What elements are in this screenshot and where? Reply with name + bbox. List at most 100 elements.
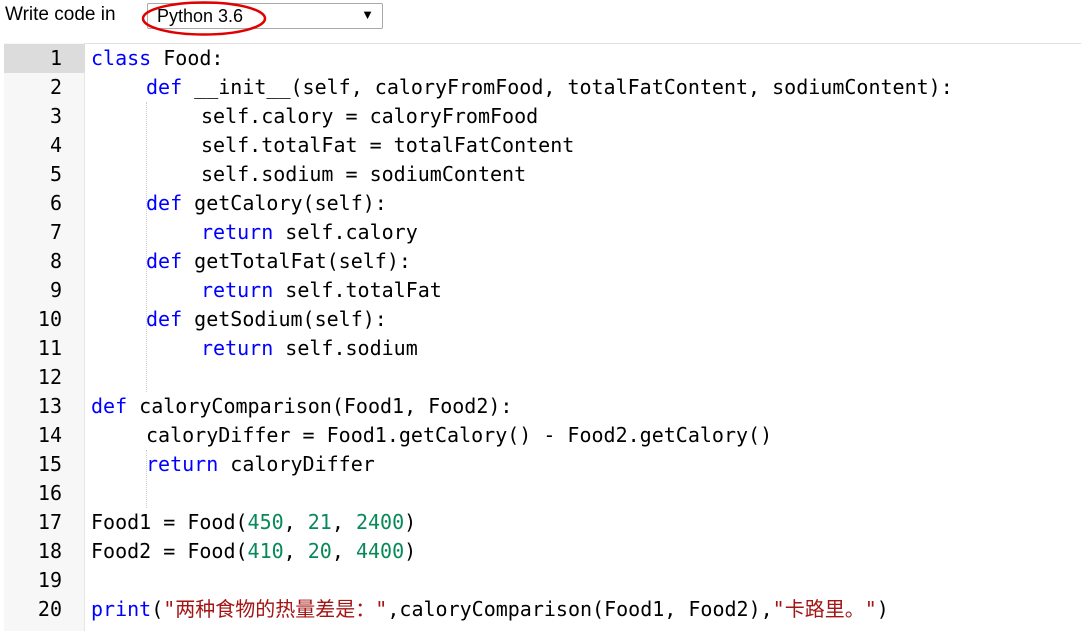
code-token: , [331, 539, 356, 563]
code-line: 10 def getSodium(self): [4, 305, 1081, 334]
language-select[interactable]: Python 3.6 ▼ [147, 3, 383, 29]
line-number: 9 [49, 278, 62, 302]
code-line: 20 print("两种食物的热量差是：",caloryComparison(F… [4, 595, 1081, 624]
code-line: 6 def getCalory(self): [4, 189, 1081, 218]
number-token: 2400 [355, 510, 405, 534]
code-text: def __init__(self, caloryFromFood, total… [146, 73, 953, 102]
number-token: 4400 [355, 539, 405, 563]
keyword-token: def [146, 307, 183, 331]
line-number: 10 [37, 307, 62, 331]
code-line: 4 self.totalFat = totalFatContent [4, 131, 1081, 160]
keyword-token: class [91, 46, 152, 70]
line-number: 13 [37, 394, 62, 418]
code-editor[interactable]: 1 class Food: 2 def __init__(self, calor… [4, 43, 1081, 631]
code-text: self.calory = caloryFromFood [201, 104, 539, 128]
line-number: 4 [49, 133, 62, 157]
line-number: 7 [49, 220, 62, 244]
code-line: 14 caloryDiffer = Food1.getCalory() - Fo… [4, 421, 1081, 450]
code-token: ) [876, 597, 889, 621]
code-token: ,caloryComparison(Food1, Food2), [387, 597, 773, 621]
code-text: self.sodium = sodiumContent [201, 162, 527, 186]
line-number: 20 [37, 597, 62, 621]
string-token: "卡路里。" [772, 597, 877, 621]
code-line: 8 def getTotalFat(self): [4, 247, 1081, 276]
line-number: 17 [37, 510, 62, 534]
keyword-token: return [201, 220, 274, 244]
code-text: return self.totalFat [201, 276, 442, 305]
line-number: 18 [37, 539, 62, 563]
line-number: 6 [49, 191, 62, 215]
line-number: 12 [37, 365, 62, 389]
number-token: 450 [247, 510, 284, 534]
code-line: 3 self.calory = caloryFromFood [4, 102, 1081, 131]
keyword-token: def [146, 191, 183, 215]
code-token: self.sodium [273, 336, 418, 360]
code-line: 19 [4, 566, 1081, 595]
code-token: caloryComparison(Food1, Food2): [127, 394, 513, 418]
keyword-token: return [201, 336, 274, 360]
number-token: 21 [307, 510, 332, 534]
line-number: 19 [37, 568, 62, 592]
code-token: ) [404, 539, 417, 563]
code-token: self.totalFat [273, 278, 442, 302]
keyword-token: print [91, 597, 152, 621]
code-text: return caloryDiffer [146, 450, 375, 479]
line-number: 16 [37, 481, 62, 505]
code-text: Food1 = Food(450, 21, 2400) [91, 508, 416, 537]
code-text: return self.sodium [201, 334, 418, 363]
code-token: caloryDiffer [218, 452, 375, 476]
code-token: getCalory(self): [182, 191, 387, 215]
code-line: 12 [4, 363, 1081, 392]
code-token: , [331, 510, 356, 534]
number-token: 20 [307, 539, 332, 563]
line-number: 3 [49, 104, 62, 128]
toolbar: Write code in Python 3.6 ▼ [0, 0, 1081, 36]
code-line: 5 self.sodium = sodiumContent [4, 160, 1081, 189]
line-number: 2 [49, 75, 62, 99]
code-token: Food1 = Food( [91, 510, 248, 534]
line-number: 8 [49, 249, 62, 273]
code-line: 15 return caloryDiffer [4, 450, 1081, 479]
line-number: 11 [37, 336, 62, 360]
code-text: class Food: [91, 44, 223, 73]
code-token: self.calory [273, 220, 418, 244]
code-line: 16 [4, 479, 1081, 508]
code-line: 11 return self.sodium [4, 334, 1081, 363]
code-text: def getTotalFat(self): [146, 247, 411, 276]
write-code-label: Write code in [5, 4, 116, 25]
code-text: caloryDiffer = Food1.getCalory() - Food2… [146, 423, 773, 447]
code-token: , [283, 510, 308, 534]
line-number: 15 [37, 452, 62, 476]
line-number: 1 [49, 46, 62, 70]
keyword-token: def [146, 249, 183, 273]
code-text: def caloryComparison(Food1, Food2): [91, 392, 512, 421]
code-text: print("两种食物的热量差是：",caloryComparison(Food… [91, 595, 889, 624]
code-line: 9 return self.totalFat [4, 276, 1081, 305]
code-token: Food2 = Food( [91, 539, 248, 563]
code-line: 13 def caloryComparison(Food1, Food2): [4, 392, 1081, 421]
code-text: Food2 = Food(410, 20, 4400) [91, 537, 416, 566]
code-text: def getCalory(self): [146, 189, 387, 218]
code-line: 1 class Food: [4, 44, 1081, 73]
code-line: 7 return self.calory [4, 218, 1081, 247]
string-token: "两种食物的热量差是：" [163, 597, 388, 621]
keyword-token: return [146, 452, 219, 476]
keyword-token: return [201, 278, 274, 302]
code-token: Food: [151, 46, 224, 70]
code-token: __init__(self, caloryFromFood, totalFatC… [182, 75, 953, 99]
keyword-token: def [91, 394, 128, 418]
line-number: 5 [49, 162, 62, 186]
line-number: 14 [37, 423, 62, 447]
code-token: ( [151, 597, 164, 621]
dropdown-arrow-icon: ▼ [361, 7, 374, 22]
language-select-value: Python 3.6 [157, 6, 244, 26]
code-token: ) [404, 510, 417, 534]
code-line: 2 def __init__(self, caloryFromFood, tot… [4, 73, 1081, 102]
code-text: return self.calory [201, 218, 418, 247]
code-token: , [283, 539, 308, 563]
code-token: getSodium(self): [182, 307, 387, 331]
code-line: 18 Food2 = Food(410, 20, 4400) [4, 537, 1081, 566]
code-token: getTotalFat(self): [182, 249, 411, 273]
code-text: self.totalFat = totalFatContent [201, 133, 575, 157]
code-text: def getSodium(self): [146, 305, 387, 334]
